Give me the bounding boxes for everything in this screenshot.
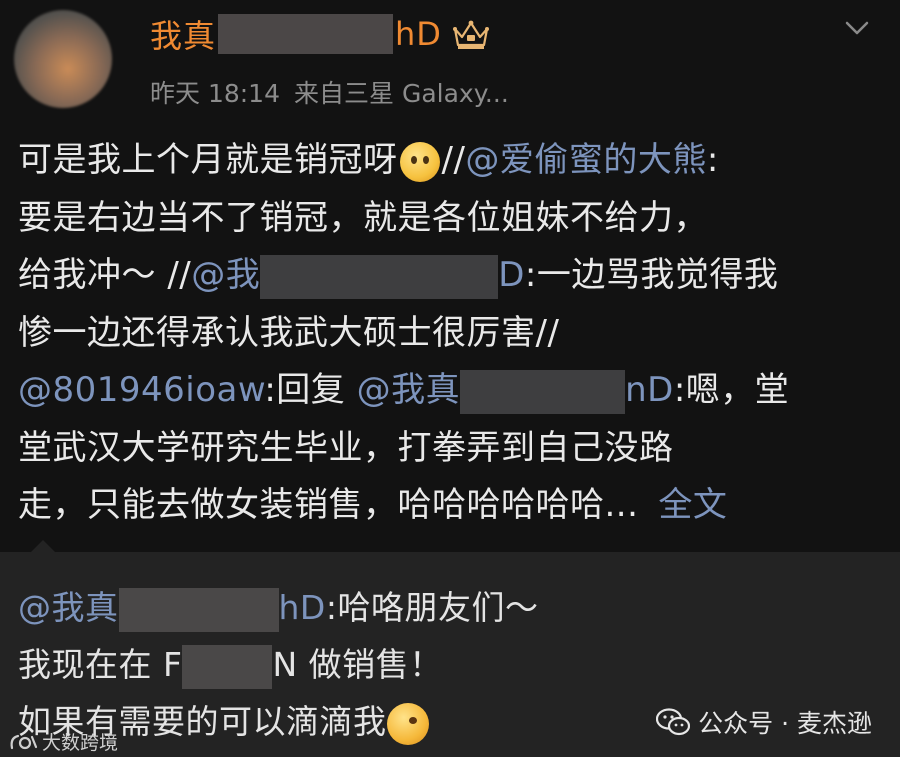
mention-end: D <box>498 255 525 295</box>
body-text-segment: 给我冲～ <box>18 255 156 295</box>
redacted-block <box>182 644 273 689</box>
post-source: 来自三星 Galaxy... <box>294 79 509 108</box>
brand-logo-icon <box>10 734 38 749</box>
repost-text-segment: :哈咯朋友们～ <box>325 588 539 627</box>
mention-end: nD <box>625 370 674 410</box>
avatar[interactable] <box>14 10 112 108</box>
chevron-down-icon[interactable] <box>844 18 870 38</box>
body-text-segment: :嗯，堂 <box>673 370 790 410</box>
vip-crown-icon <box>452 20 489 49</box>
body-line-2: 要是右边当不了销冠，就是各位姐妹不给力， <box>18 197 708 238</box>
post-body: 可是我上个月就是销冠呀//@爱偷蜜的大熊: 要是右边当不了销冠，就是各位姐妹不给… <box>18 132 888 535</box>
watermark-text: 大数跨境 <box>42 732 119 754</box>
redacted-block <box>260 254 499 299</box>
mention-link[interactable]: @爱偷蜜的大熊 <box>465 140 707 180</box>
body-line-1: 可是我上个月就是销冠呀 //@爱偷蜜的大熊: <box>18 132 888 190</box>
wechat-icon <box>656 708 691 736</box>
body-line-4: 惨一边还得承认我武大硕士很厉害// <box>18 312 560 353</box>
body-text-segment: 走，只能去做女装销售，哈哈哈哈哈哈... <box>18 485 639 525</box>
thinking-emoji-icon <box>399 141 440 182</box>
repost-text-segment: N 做销售！ <box>272 645 443 684</box>
wechat-watermark: 公众号 · 麦杰逊 <box>656 704 872 740</box>
repost-line-2: 我现在在 F N 做销售！ <box>18 636 888 693</box>
repost-separator: // <box>441 140 466 180</box>
body-text-segment: 可是我上个月就是销冠呀 <box>18 140 398 180</box>
author-name-end: hD <box>395 15 442 53</box>
mention-link[interactable]: @我真 nD <box>356 369 674 414</box>
redacted-block <box>118 587 279 632</box>
body-line-5: @801946ioaw:回复 @我真 nD:嗯，堂 <box>18 362 888 420</box>
redacted-name-block <box>218 14 394 54</box>
mention-start: @我真 <box>18 588 119 627</box>
full-text-link[interactable]: 全文 <box>658 485 727 525</box>
repost-line-1: @我真 hD:哈咯朋友们～ <box>18 579 888 636</box>
body-text-segment: :一边骂我觉得我 <box>524 255 779 295</box>
body-text-segment: : <box>706 140 719 180</box>
mention-link[interactable]: @我 D <box>191 254 525 299</box>
wink-emoji-icon <box>386 702 429 745</box>
mention-start: @我真 <box>356 370 461 410</box>
mention-start: @我 <box>191 255 261 295</box>
redacted-block <box>460 369 626 414</box>
mention-link[interactable]: @我真 hD <box>18 587 326 632</box>
body-line-3: 给我冲～ //@我 D:一边骂我觉得我 <box>18 247 888 305</box>
body-text-segment: :回复 <box>264 370 346 410</box>
weibo-post: 我真 hD 昨天 18:14 来自三星 Galaxy... 可是我上个月就是销冠呀 /… <box>0 0 900 552</box>
repost-text-segment: 我现在在 F <box>18 645 183 684</box>
body-line-7: 走，只能去做女装销售，哈哈哈哈哈哈... 全文 <box>18 477 888 535</box>
post-time: 昨天 18:14 <box>150 79 280 108</box>
repost-separator: // <box>167 255 192 295</box>
watermark-text: 公众号 · 麦杰逊 <box>698 709 872 738</box>
repost-pointer <box>30 540 56 553</box>
post-meta: 昨天 18:14 来自三星 Galaxy... <box>150 74 509 110</box>
author-name[interactable]: 我真 hD <box>150 11 442 57</box>
author-name-start: 我真 <box>150 17 217 55</box>
mention-link[interactable]: @801946ioaw <box>18 370 264 410</box>
brand-watermark: 大数跨境 <box>8 728 118 755</box>
author-row: 我真 hD <box>150 12 490 56</box>
mention-end: hD <box>278 588 326 627</box>
body-line-6: 堂武汉大学研究生毕业，打拳弄到自己没路 <box>18 427 674 468</box>
